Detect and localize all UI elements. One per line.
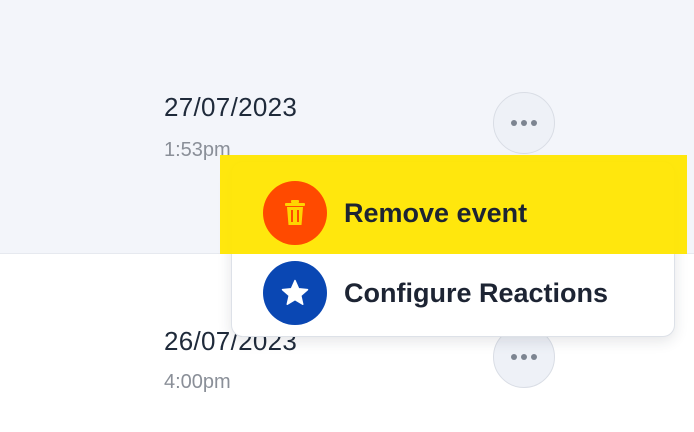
event-time: 4:00pm [164, 371, 231, 393]
configure-reactions-menu-item[interactable]: Configure Reactions [231, 253, 675, 333]
more-dots-icon [511, 354, 537, 360]
trash-icon [263, 181, 327, 245]
star-icon [263, 261, 327, 325]
more-dots-icon [511, 120, 537, 126]
configure-reactions-label: Configure Reactions [344, 277, 609, 308]
remove-event-menu-item[interactable]: Remove event [231, 173, 675, 253]
context-menu-items: Remove event Configure Reactions [231, 161, 675, 337]
more-options-button[interactable] [493, 92, 555, 154]
remove-event-label: Remove event [344, 197, 528, 228]
event-date: 27/07/2023 [164, 92, 298, 122]
